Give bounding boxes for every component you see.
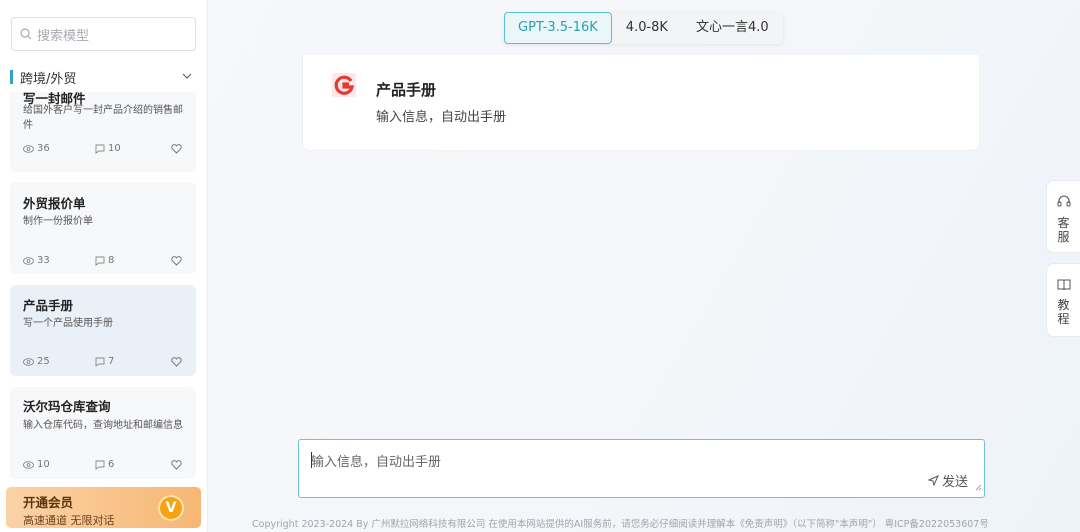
eye-icon bbox=[23, 144, 34, 153]
comments-stat: 10 bbox=[95, 143, 121, 154]
category-label: 跨境/外贸 bbox=[20, 71, 77, 87]
views-stat: 10 bbox=[23, 459, 95, 470]
search-icon bbox=[20, 28, 32, 40]
model-info-card: 产品手册 输入信息，自动出手册 bbox=[302, 55, 980, 151]
footer-copyright: Copyright 2023-2024 By 广州默拉网络科技有限公司 在使用本… bbox=[252, 519, 989, 530]
views-count: 33 bbox=[37, 255, 50, 266]
heart-icon[interactable] bbox=[171, 459, 182, 470]
views-count: 25 bbox=[37, 356, 50, 367]
model-tabs: GPT-3.5-16K 4.0-8K 文心一言4.0 bbox=[504, 12, 783, 44]
send-icon bbox=[927, 475, 939, 486]
model-list: 写一封邮件 给国外客户写一封产品介绍的销售邮件 36 10 外贸报价单 制作一份… bbox=[0, 92, 208, 484]
send-button[interactable]: 发送 bbox=[927, 471, 968, 490]
vip-banner[interactable]: 开通会员 高速通道 无限对话 V bbox=[6, 487, 201, 528]
comments-stat: 7 bbox=[95, 356, 114, 367]
resize-handle-icon[interactable] bbox=[975, 476, 982, 495]
heart-icon[interactable] bbox=[171, 143, 182, 154]
tab-gpt4[interactable]: 4.0-8K bbox=[612, 12, 682, 44]
comment-icon bbox=[95, 460, 105, 470]
views-stat: 36 bbox=[23, 143, 95, 154]
card-desc: 给国外客户写一封产品介绍的销售邮件 bbox=[23, 105, 183, 131]
category-indicator bbox=[10, 70, 13, 84]
card-title: 外贸报价单 bbox=[23, 196, 86, 211]
comment-icon bbox=[95, 357, 105, 367]
comments-count: 7 bbox=[108, 356, 115, 367]
search-input[interactable]: 搜索模型 bbox=[11, 17, 196, 51]
comments-count: 10 bbox=[108, 143, 121, 154]
card-stats: 36 10 bbox=[23, 143, 182, 154]
message-placeholder: 输入信息，自动出手册 bbox=[311, 455, 442, 470]
views-count: 10 bbox=[37, 459, 50, 470]
comments-stat: 8 bbox=[95, 255, 114, 266]
model-card-active[interactable]: 产品手册 写一个产品使用手册 25 7 bbox=[10, 285, 196, 376]
vip-badge-icon: V bbox=[158, 495, 184, 521]
message-input[interactable]: 输入信息，自动出手册 发送 bbox=[298, 439, 985, 498]
comment-icon bbox=[95, 144, 105, 154]
tutorial-button[interactable]: 教程 bbox=[1046, 263, 1080, 337]
views-stat: 33 bbox=[23, 255, 95, 266]
heart-icon[interactable] bbox=[171, 255, 182, 266]
sidebar: 搜索模型 跨境/外贸 写一封邮件 给国外客户写一封产品介绍的销售邮件 36 10 bbox=[0, 0, 208, 532]
customer-service-label: 客服 bbox=[1057, 216, 1070, 244]
search-placeholder: 搜索模型 bbox=[37, 28, 90, 44]
card-stats: 25 7 bbox=[23, 356, 182, 367]
card-stats: 33 8 bbox=[23, 255, 182, 266]
customer-service-button[interactable]: 客服 bbox=[1046, 180, 1080, 253]
model-card[interactable]: 外贸报价单 制作一份报价单 33 8 bbox=[10, 182, 196, 274]
model-card[interactable]: 写一封邮件 给国外客户写一封产品介绍的销售邮件 36 10 bbox=[10, 92, 196, 172]
heart-icon[interactable] bbox=[171, 356, 182, 367]
model-card[interactable]: 沃尔玛仓库查询 输入仓库代码，查询地址和邮编信息 10 6 bbox=[10, 387, 196, 479]
card-title: 产品手册 bbox=[23, 298, 74, 313]
chevron-down-icon[interactable] bbox=[182, 70, 192, 85]
tutorial-label: 教程 bbox=[1057, 298, 1070, 326]
tab-wenxin[interactable]: 文心一言4.0 bbox=[682, 12, 783, 44]
comment-icon bbox=[95, 256, 105, 266]
comments-count: 6 bbox=[108, 459, 115, 470]
tab-gpt35[interactable]: GPT-3.5-16K bbox=[504, 12, 612, 44]
model-desc: 输入信息，自动出手册 bbox=[376, 110, 507, 125]
eye-icon bbox=[23, 357, 34, 366]
card-stats: 10 6 bbox=[23, 459, 182, 470]
send-label: 发送 bbox=[941, 475, 968, 490]
views-count: 36 bbox=[37, 143, 50, 154]
brand-logo-icon bbox=[332, 73, 356, 101]
card-title: 沃尔玛仓库查询 bbox=[23, 399, 111, 414]
eye-icon bbox=[23, 256, 34, 265]
model-title: 产品手册 bbox=[376, 81, 437, 99]
book-icon bbox=[1057, 278, 1071, 294]
category-header[interactable]: 跨境/外贸 bbox=[0, 62, 208, 92]
card-desc: 制作一份报价单 bbox=[23, 216, 93, 227]
eye-icon bbox=[23, 460, 34, 469]
headset-icon bbox=[1057, 195, 1071, 212]
card-desc: 输入仓库代码，查询地址和邮编信息 bbox=[23, 420, 183, 431]
card-desc: 写一个产品使用手册 bbox=[23, 318, 113, 329]
views-stat: 25 bbox=[23, 356, 95, 367]
comments-count: 8 bbox=[108, 255, 115, 266]
comments-stat: 6 bbox=[95, 459, 114, 470]
